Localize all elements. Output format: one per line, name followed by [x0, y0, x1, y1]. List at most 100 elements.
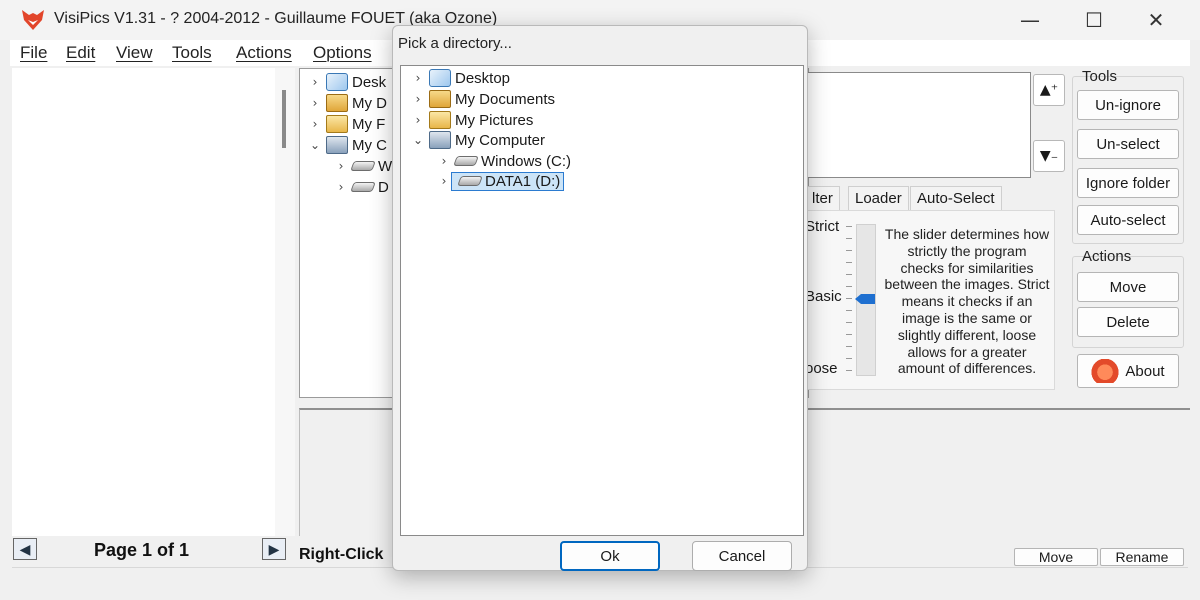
next-page-button[interactable]: ▶: [262, 538, 286, 560]
delete-button[interactable]: Delete: [1077, 307, 1179, 337]
tree-item-drive-c[interactable]: › W: [334, 156, 393, 176]
slider-ticks: [846, 226, 852, 376]
status-rename-button[interactable]: Rename: [1100, 548, 1184, 566]
tree-item-pictures[interactable]: › My F: [308, 114, 385, 134]
chevron-right-icon[interactable]: ›: [437, 174, 451, 188]
tab-filter[interactable]: lter: [805, 186, 840, 210]
ignore-folder-button[interactable]: Ignore folder: [1077, 168, 1179, 198]
level-strict: Strict: [805, 218, 840, 235]
chevron-down-icon[interactable]: ⌄: [308, 138, 322, 152]
drive-icon: [453, 156, 479, 166]
tree-item-label: My Computer: [455, 131, 546, 149]
thumbnail-panel[interactable]: [12, 68, 275, 536]
arrow-right-icon: ▶: [268, 540, 280, 557]
pictures-folder-icon: [429, 111, 451, 129]
chevron-right-icon[interactable]: ›: [411, 113, 425, 127]
un-ignore-button[interactable]: Un-ignore: [1077, 90, 1179, 120]
tree-item-label: Windows (C:): [481, 152, 572, 170]
chevron-right-icon[interactable]: ›: [308, 96, 322, 110]
menu-options[interactable]: Options: [313, 43, 372, 63]
menu-file[interactable]: File: [20, 43, 47, 63]
tree-item-label: My Pictures: [455, 111, 534, 129]
tab-loader[interactable]: Loader: [848, 186, 909, 210]
tree-item-label: My Documents: [455, 90, 556, 108]
right-click-hint: Right-Click: [299, 546, 384, 563]
page-label: Page 1 of 1: [94, 540, 190, 560]
menu-tools[interactable]: Tools: [172, 43, 212, 63]
desktop-icon: [326, 73, 348, 91]
app-fox-icon: [22, 10, 44, 30]
menu-edit[interactable]: Edit: [66, 43, 95, 63]
level-basic: Basic: [805, 288, 842, 305]
tree-item-label: My F: [352, 115, 386, 133]
minimize-icon: —: [1020, 8, 1040, 32]
filter-help-text: The slider determines how strictly the p…: [884, 226, 1050, 377]
pick-directory-dialog: Pick a directory... › Desktop › My Documen…: [392, 25, 808, 571]
dialog-tree-item-my-documents[interactable]: › My Documents: [411, 89, 555, 109]
dialog-tree-item-data1-d[interactable]: › DATA1 (D:): [437, 171, 565, 191]
computer-icon: [326, 136, 348, 154]
tree-item-label: W: [378, 157, 393, 175]
actions-group-label: Actions: [1082, 248, 1132, 265]
close-icon: ✕: [1147, 8, 1165, 32]
drive-icon: [350, 182, 376, 192]
chevron-right-icon[interactable]: ›: [411, 92, 425, 106]
drive-icon: [350, 161, 376, 171]
documents-folder-icon: [326, 94, 348, 112]
chevron-right-icon[interactable]: ›: [411, 71, 425, 85]
cancel-button[interactable]: Cancel: [692, 541, 792, 571]
fox-icon: [1091, 359, 1120, 383]
scrollbar-thumb[interactable]: [282, 90, 286, 148]
chevron-right-icon[interactable]: ›: [308, 75, 322, 89]
chevron-right-icon[interactable]: ›: [334, 159, 348, 173]
arrow-left-icon: ◀: [19, 540, 31, 557]
dialog-tree-item-windows-c[interactable]: › Windows (C:): [437, 151, 571, 171]
dialog-tree-item-my-pictures[interactable]: › My Pictures: [411, 110, 533, 130]
chevron-right-icon[interactable]: ›: [308, 117, 322, 131]
pictures-folder-icon: [326, 115, 348, 133]
tree-item-drive-d[interactable]: › D: [334, 177, 389, 197]
tree-item-label: Desktop: [455, 69, 511, 87]
previous-page-button[interactable]: ◀: [13, 538, 37, 560]
drive-icon: [457, 176, 483, 186]
tree-item-documents[interactable]: › My D: [308, 93, 387, 113]
about-label: About: [1125, 362, 1165, 380]
chevron-right-icon[interactable]: ›: [437, 154, 451, 168]
tree-item-label: My D: [352, 94, 387, 112]
ok-button[interactable]: Ok: [560, 541, 660, 571]
tab-auto-select[interactable]: Auto-Select: [910, 186, 1002, 210]
level-loose: oose: [805, 360, 838, 377]
status-move-button[interactable]: Move: [1014, 548, 1098, 566]
tree-item-label: DATA1 (D:): [485, 172, 561, 190]
move-down-button[interactable]: ▼₋: [1033, 140, 1065, 172]
close-button[interactable]: ✕: [1126, 0, 1186, 40]
computer-icon: [429, 131, 451, 149]
dialog-tree-item-my-computer[interactable]: ⌄ My Computer: [411, 130, 545, 150]
chevron-down-icon[interactable]: ⌄: [411, 133, 425, 147]
documents-folder-icon: [429, 90, 451, 108]
arrow-up-icon: ▲⁺: [1039, 82, 1059, 98]
selected-folders-list[interactable]: [805, 72, 1031, 178]
thumbnail-scrollbar[interactable]: [275, 68, 295, 536]
auto-select-button[interactable]: Auto-select: [1077, 205, 1179, 235]
un-select-button[interactable]: Un-select: [1077, 129, 1179, 159]
directory-tree[interactable]: › Desktop › My Documents › My Pictures ⌄ My …: [400, 65, 804, 536]
about-button[interactable]: About: [1077, 354, 1179, 388]
dialog-title: Pick a directory...: [398, 35, 512, 52]
desktop-icon: [429, 69, 451, 87]
move-button[interactable]: Move: [1077, 272, 1179, 302]
tree-item-computer[interactable]: ⌄ My C: [308, 135, 387, 155]
menu-actions[interactable]: Actions: [236, 43, 292, 63]
chevron-right-icon[interactable]: ›: [334, 180, 348, 194]
minimize-button[interactable]: —: [1000, 0, 1060, 40]
maximize-button[interactable]: ☐: [1064, 0, 1124, 40]
tree-item-label: Desk: [352, 73, 387, 91]
tools-group-label: Tools: [1082, 68, 1118, 85]
dialog-tree-item-desktop[interactable]: › Desktop: [411, 68, 510, 88]
selected-item[interactable]: DATA1 (D:): [451, 171, 565, 191]
tree-item-desktop[interactable]: › Desk: [308, 72, 386, 92]
arrow-down-icon: ▼₋: [1039, 148, 1059, 164]
move-up-button[interactable]: ▲⁺: [1033, 74, 1065, 106]
maximize-icon: ☐: [1085, 8, 1103, 32]
menu-view[interactable]: View: [116, 43, 153, 63]
